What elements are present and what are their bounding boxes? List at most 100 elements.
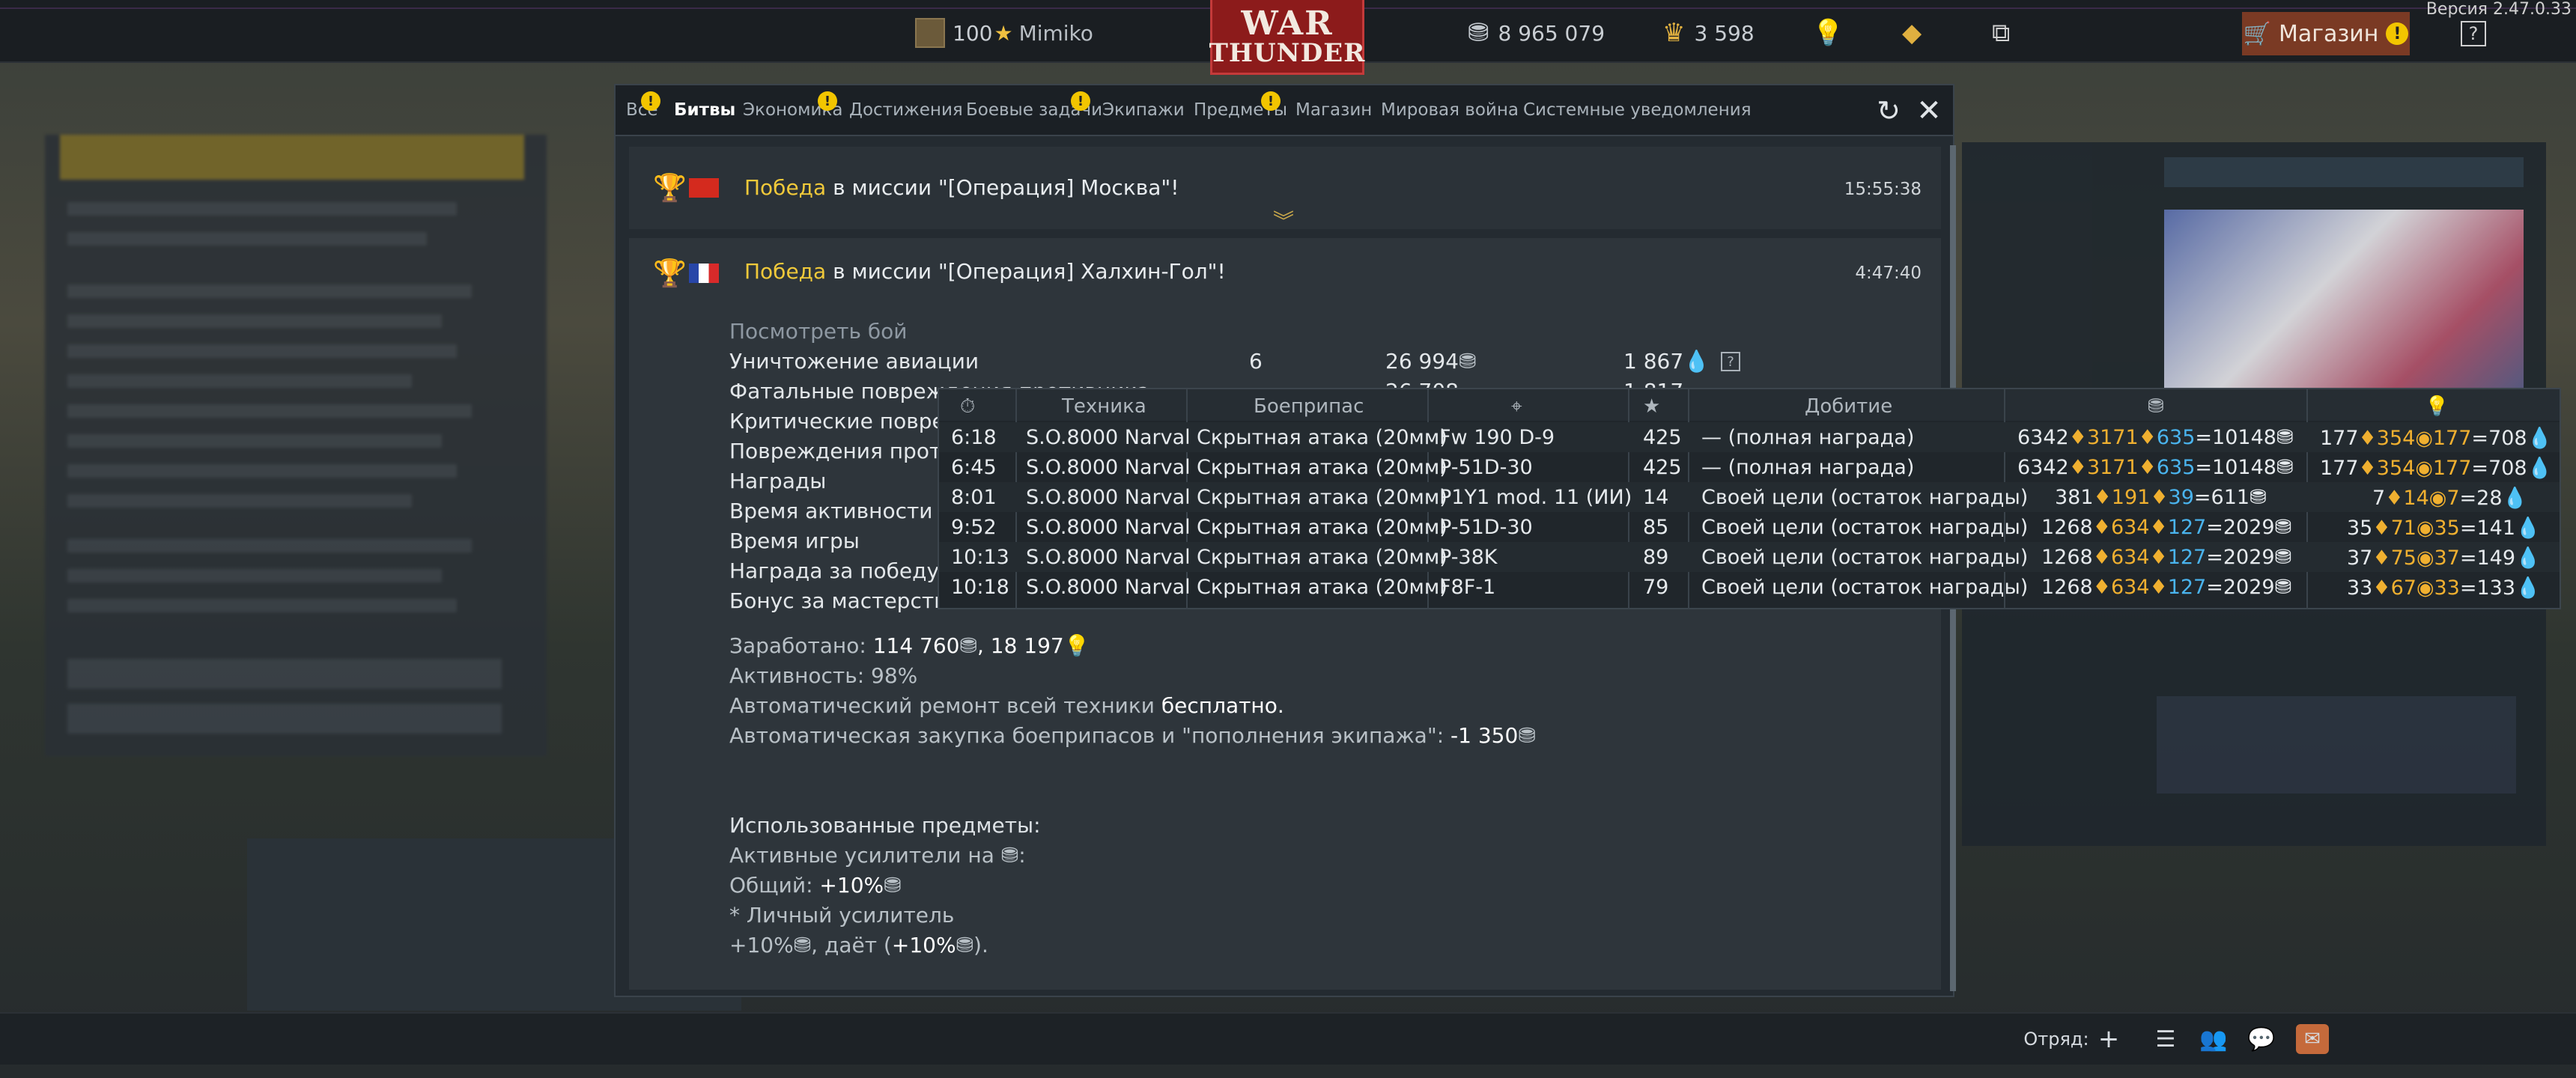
golden-eagles-balance[interactable]: ♛ 3 598 <box>1662 16 1755 49</box>
tab-battles[interactable]: Битвы <box>674 100 735 120</box>
bonus-icon: ◉ <box>2415 427 2433 450</box>
cell-finish: Своей цели (остаток награды) <box>1701 516 2029 539</box>
cell-target: P1Y1 mod. 11 (ИИ) <box>1439 486 1632 509</box>
silver-lions-icon: ⛃ <box>2274 576 2292 599</box>
silver-lions-balance[interactable]: ⛃ 8 965 079 <box>1468 16 1605 49</box>
cell-silver: 1268♦634♦127=2029⛃ <box>2041 516 2291 539</box>
warning-icon: ! <box>641 91 660 111</box>
silver-booster: 635 <box>2156 456 2196 479</box>
mail-icon[interactable]: ✉ <box>2296 1024 2329 1054</box>
list-item[interactable]: 🏆 Победа в миссии "[Операция] Москва"! 1… <box>629 147 1941 234</box>
table-row: 10:13 S.O.8000 Narval Скрытная атака (20… <box>939 542 2560 572</box>
info-icon[interactable]: ? <box>1721 352 1740 371</box>
premium-button[interactable]: ◆ <box>1902 16 1922 49</box>
rp-icon: 💧 <box>2527 427 2553 450</box>
rp-base: 33 <box>2347 576 2373 600</box>
golden-eagles-icon: ♛ <box>1662 18 1686 48</box>
rp-booster: 33 <box>2434 576 2460 600</box>
bonus-icon: ◉ <box>2416 517 2434 540</box>
tab-all[interactable]: ! Все <box>626 91 660 120</box>
war-thunder-logo[interactable]: WAR THUNDER <box>1209 0 1364 75</box>
cell-score: 85 <box>1643 516 1669 539</box>
tab-crews[interactable]: Экипажи <box>1102 100 1185 120</box>
close-button[interactable]: ✕ <box>1911 93 1947 129</box>
table-row: 9:52 S.O.8000 Narval Скрытная атака (20м… <box>939 512 2560 542</box>
coupon-button[interactable]: ⧉ <box>1992 16 2010 49</box>
squad-label: Отряд: <box>2023 1029 2089 1050</box>
warning-icon: ! <box>1071 91 1090 111</box>
cell-rp: 37♦75◉37=149💧 <box>2347 546 2541 570</box>
aircraft-kills-tooltip: ⏱ Техника Боеприпас ⌖ ★ Добитие ⛃ 💡 6:18… <box>938 388 2561 609</box>
silver-lions-icon: ⛃ <box>1518 723 1536 748</box>
silver-total: =2029 <box>2206 546 2275 569</box>
list-icon[interactable]: ☰ <box>2149 1024 2182 1054</box>
reward-row-label: Время игры <box>729 529 860 553</box>
bonus-icon: ◉ <box>2415 457 2433 480</box>
rp-icon: 💧 <box>2502 487 2528 510</box>
earned-silver: 114 760 <box>872 633 960 658</box>
reward-rp-value: 1 867 <box>1623 349 1684 374</box>
player-info[interactable]: 100 ★ Mimiko <box>915 16 1093 49</box>
contacts-icon[interactable]: 👥 <box>2197 1024 2230 1054</box>
message-title: Победа в миссии "[Операция] Халхин-Гол"! <box>744 259 1226 284</box>
trophy-icon: 🏆 <box>653 173 687 204</box>
mission-text: в миссии "[Операция] Халхин-Гол"! <box>826 259 1226 284</box>
tab-achievements[interactable]: Достижения <box>849 100 963 120</box>
cell-silver: 1268♦634♦127=2029⛃ <box>2041 546 2291 569</box>
silver-lions-icon: ⛃ <box>2250 486 2267 509</box>
chevron-down-icon[interactable]: ︾ <box>1273 205 1294 235</box>
bonus-icon: ♦ <box>2068 456 2087 479</box>
avatar <box>915 18 945 48</box>
ammo-column-header: Боеприпас <box>1254 395 1364 418</box>
tab-combat-tasks[interactable]: ! Боевые задачи <box>966 91 1102 120</box>
cell-finish: Своей цели (остаток награды) <box>1701 546 2029 569</box>
silver-lions-icon: ⛃ <box>793 933 812 957</box>
tab-system-notifications[interactable]: Системные уведомления <box>1523 100 1752 120</box>
tab-economy[interactable]: ! Экономика <box>743 91 842 120</box>
finish-column-header: Добитие <box>1805 395 1893 418</box>
premium-icon: ◆ <box>1902 18 1922 48</box>
reward-silver-value: 26 994 <box>1385 349 1459 374</box>
active-boosters-label: Активные усилители на <box>729 843 994 868</box>
cell-rp: 33♦67◉33=133💧 <box>2347 576 2541 600</box>
cell-finish: Своей цели (остаток награды) <box>1701 576 2029 599</box>
bonus-icon: ♦ <box>2092 576 2111 599</box>
rp-base: 35 <box>2347 517 2373 540</box>
time-column-icon: ⏱ <box>960 395 976 418</box>
cell-finish: — (полная награда) <box>1701 426 1915 449</box>
vehicle-column-header: Техника <box>1062 395 1146 418</box>
silver-bonus: 3171 <box>2086 426 2139 449</box>
refresh-button[interactable]: ↻ <box>1871 93 1907 129</box>
cell-silver: 6342♦3171♦635=10148⛃ <box>2017 426 2294 449</box>
rp-icon: 💧 <box>2527 457 2553 480</box>
rp-icon: 💡 <box>2425 395 2449 418</box>
research-points-button[interactable]: 💡 <box>1812 16 1844 49</box>
bonus-icon: ♦ <box>2149 576 2168 599</box>
silver-base: 6342 <box>2017 426 2069 449</box>
cell-vehicle: S.O.8000 Narval <box>1026 456 1191 479</box>
cell-score: 14 <box>1643 486 1669 509</box>
ammo-value: -1 350 <box>1450 723 1519 748</box>
table-row: 6:18 S.O.8000 Narval Скрытная атака (20м… <box>939 422 2560 452</box>
cell-time: 6:18 <box>951 426 997 449</box>
add-squad-member-button[interactable]: + <box>2092 1024 2125 1054</box>
tab-label: Магазин <box>1295 100 1373 120</box>
tab-items[interactable]: ! Предметы <box>1194 91 1287 120</box>
tab-store[interactable]: Магазин <box>1295 100 1372 120</box>
warning-icon: ! <box>1261 91 1281 111</box>
rp-bonus: 71 <box>2390 517 2416 540</box>
close-icon: ✕ <box>1916 94 1942 128</box>
cell-score: 89 <box>1643 546 1669 569</box>
tab-world-war[interactable]: Мировая война <box>1381 100 1519 120</box>
cell-vehicle: S.O.8000 Narval <box>1026 486 1191 509</box>
view-battle-link[interactable]: Посмотреть бой <box>729 319 907 344</box>
china-flag-icon <box>689 178 719 198</box>
bonus-icon: ♦ <box>2372 576 2391 600</box>
repair-label: Автоматический ремонт всей техники <box>729 693 1161 718</box>
chat-icon[interactable]: 💬 <box>2245 1024 2278 1054</box>
player-nickname: Mimiko <box>1018 20 1093 46</box>
rp-base: 177 <box>2320 457 2359 480</box>
shop-button[interactable]: 🛒 Магазин ! <box>2242 12 2410 55</box>
help-button[interactable]: ? <box>2461 21 2486 46</box>
rp-icon: 💧 <box>2515 546 2541 570</box>
